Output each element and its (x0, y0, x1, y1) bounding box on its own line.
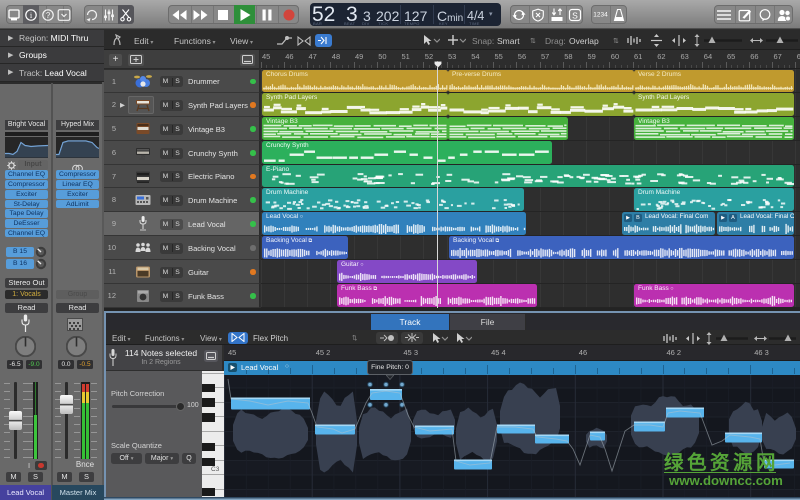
svg-text:i: i (30, 10, 33, 20)
svg-text:S: S (572, 10, 578, 20)
svg-text:?: ? (45, 10, 50, 19)
